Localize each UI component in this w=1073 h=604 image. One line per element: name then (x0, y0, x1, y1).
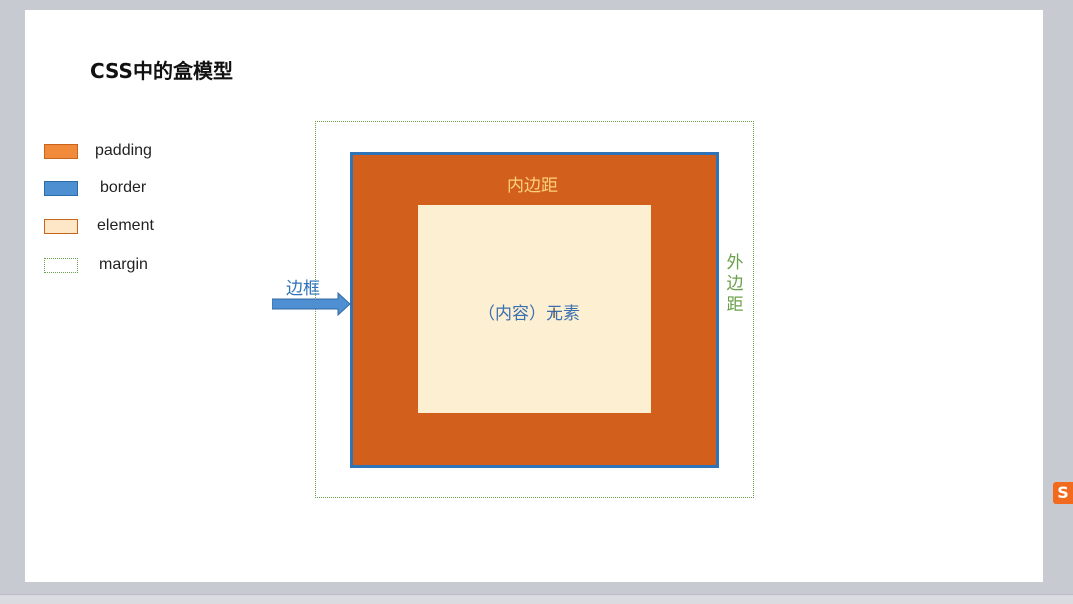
slide-viewer: CSS中的盒模型 padding border element margin 内… (0, 0, 1073, 604)
legend-swatch-padding (44, 144, 78, 159)
border-pointer-arrow-icon (272, 292, 351, 316)
content-label: （内容）元素 (478, 304, 580, 324)
legend-label-margin: margin (99, 256, 148, 273)
padding-label: 内边距 (507, 176, 558, 196)
legend-swatch-border (44, 181, 78, 196)
legend-swatch-margin (44, 258, 78, 273)
slide-title: CSS中的盒模型 (90, 59, 233, 83)
text-cursor-icon: I (552, 306, 557, 322)
legend-label-border: border (100, 179, 147, 196)
legend-label-padding: padding (95, 142, 152, 159)
margin-label: 外边距 (726, 253, 744, 315)
legend-label-element: element (97, 217, 154, 234)
status-strip (0, 594, 1073, 604)
legend-swatch-element (44, 219, 78, 234)
sogou-ime-icon[interactable]: S (1053, 482, 1073, 504)
